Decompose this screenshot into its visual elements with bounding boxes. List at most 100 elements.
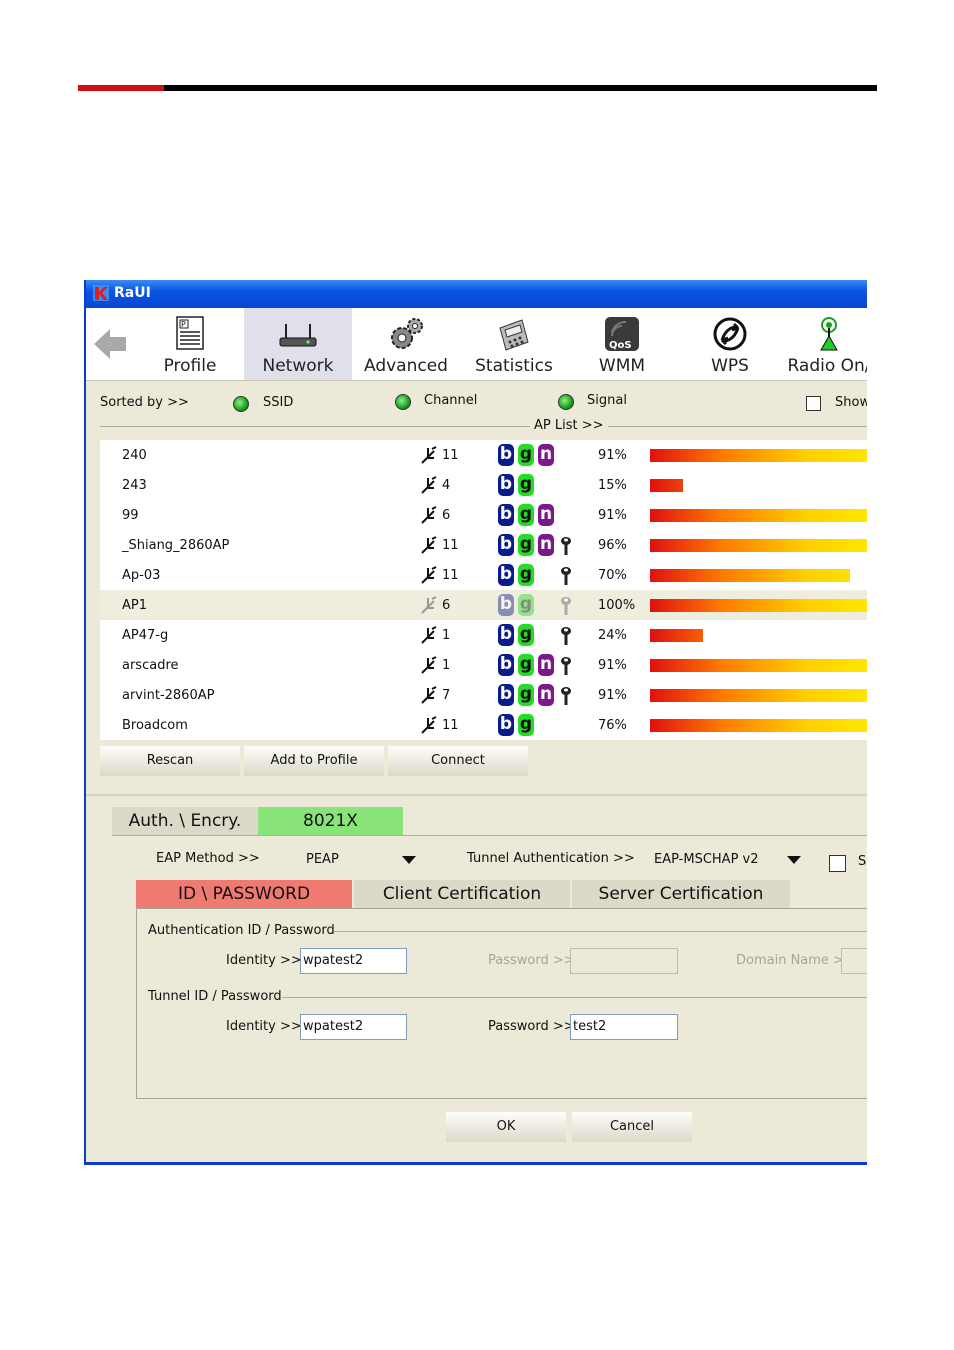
key-icon [560,596,572,620]
domain-name-label: Domain Name >> [736,953,855,968]
signal-percent: 76% [598,718,627,733]
signal-strength-bar [650,479,683,492]
toolbar-wps[interactable]: WPS [676,308,784,380]
tab-id-password[interactable]: ID \ PASSWORD [136,880,352,908]
ap-channel: 11 [420,444,480,466]
cancel-button[interactable]: Cancel [572,1112,692,1142]
tunnel-password-input[interactable]: test2 [570,1014,678,1040]
tab-client-certification[interactable]: Client Certification [354,880,570,908]
rescan-button[interactable]: Rescan [100,746,240,776]
ap-list-row[interactable]: AP47-g 1 b g 24% [100,620,867,650]
toolbar-radio[interactable]: Radio On/ [784,308,867,380]
radio-antenna-icon [820,317,838,351]
key-icon [560,626,572,650]
ap-ssid: arvint-2860AP [122,688,215,703]
sort-signal-radio[interactable] [558,394,574,410]
ap-channel-number: 7 [442,688,451,703]
signal-strength-bar [650,719,867,732]
signal-strength-bar [650,539,867,552]
ap-ssid: _Shiang_2860AP [122,538,230,553]
channel-signal-icon [421,596,437,614]
mode-g-icon: g [518,534,534,556]
channel-signal-icon [421,656,437,674]
back-arrow-icon[interactable] [92,326,128,362]
svg-text:QoS: QoS [609,340,632,351]
ap-channel: 6 [420,504,480,526]
ap-ssid: 99 [122,508,139,523]
eap-method-dropdown-icon[interactable] [402,856,416,864]
ap-list: 240 11 b g n 91% 243 4 b g 15% 99 6 b g n 91% _Shiang_286… [100,440,867,740]
channel-signal-icon [421,506,437,524]
ap-list-row[interactable]: 243 4 b g 15% [100,470,867,500]
toolbar-profile[interactable]: P Profile [136,308,244,380]
tab-server-certification[interactable]: Server Certification [572,880,790,908]
add-to-profile-button[interactable]: Add to Profile [244,746,384,776]
toolbar-statistics[interactable]: Statistics [460,308,568,380]
app-icon [93,285,109,301]
signal-percent: 24% [598,628,627,643]
ap-list-row[interactable]: arscadre 1 b g n 91% [100,650,867,680]
ap-channel-number: 11 [442,718,459,733]
toolbar-network[interactable]: Network [244,308,352,380]
toolbar-wmm[interactable]: QoS WMM [568,308,676,380]
toolbar-radio-label: Radio On/ [787,356,867,376]
ap-channel-number: 6 [442,508,451,523]
mode-b-icon: b [498,444,514,466]
toolbar-profile-label: Profile [163,356,217,376]
auth-identity-input[interactable]: wpatest2 [300,948,407,974]
ap-list-row[interactable]: 99 6 b g n 91% [100,500,867,530]
signal-percent: 91% [598,448,627,463]
channel-signal-icon [421,476,437,494]
channel-signal-icon [421,446,437,464]
ap-list-row[interactable]: 240 11 b g n 91% [100,440,867,470]
channel-signal-icon [421,536,437,554]
ok-button[interactable]: OK [446,1112,566,1142]
auth-password-input[interactable] [570,948,678,974]
ap-channel-number: 11 [442,538,459,553]
auth-identity-label: Identity >> [226,953,302,968]
signal-strength-bar [650,629,703,642]
profile-icon: P [176,316,204,350]
key-icon [560,656,572,680]
toolbar-advanced[interactable]: Advanced [352,308,460,380]
ap-list-row[interactable]: Ap-03 11 b g 70% [100,560,867,590]
sort-channel-radio[interactable] [395,394,411,410]
ap-channel-number: 11 [442,448,459,463]
ap-ssid: 240 [122,448,147,463]
domain-name-input[interactable] [841,948,867,974]
tab-auth-encry[interactable]: Auth. \ Encry. [112,807,258,835]
tunnel-auth-dropdown-icon[interactable] [787,856,801,864]
toolbar-network-label: Network [262,356,334,376]
ap-ssid: Ap-03 [122,568,161,583]
connect-button[interactable]: Connect [388,746,528,776]
ap-ssid: AP47-g [122,628,169,643]
signal-percent: 70% [598,568,627,583]
ap-list-row[interactable]: AP1 6 b g 100% [100,590,867,620]
tunnel-auth-value[interactable]: EAP-MSCHAP v2 [654,852,759,867]
ap-channel: 11 [420,534,480,556]
tunnel-identity-input[interactable]: wpatest2 [300,1014,407,1040]
mode-g-icon: g [518,684,534,706]
ap-list-row[interactable]: _Shiang_2860AP 11 b g n 96% [100,530,867,560]
eap-method-value[interactable]: PEAP [306,852,339,867]
mode-b-icon: b [498,594,514,616]
tunnel-password-label: Password >> [488,1019,575,1034]
mode-g-icon: g [518,594,534,616]
show-checkbox[interactable] [806,396,821,411]
ap-list-row[interactable]: arvint-2860AP 7 b g n 91% [100,680,867,710]
se-checkbox[interactable] [829,855,846,872]
tab-8021x[interactable]: 8021X [258,807,403,835]
mode-n-icon: n [538,504,554,526]
mode-g-icon: g [518,654,534,676]
qos-icon: QoS [605,317,639,351]
channel-signal-icon [421,566,437,584]
mode-b-icon: b [498,504,514,526]
sort-ssid-radio[interactable] [233,396,249,412]
toolbar: P Profile Network Advanced Statistics Qo… [86,308,867,380]
auth-tab-line [112,835,867,836]
mode-b-icon: b [498,564,514,586]
ap-list-row[interactable]: Broadcom 11 b g 76% [100,710,867,740]
mode-g-icon: g [518,624,534,646]
mode-g-icon: g [518,444,534,466]
show-label: Show [835,395,867,410]
